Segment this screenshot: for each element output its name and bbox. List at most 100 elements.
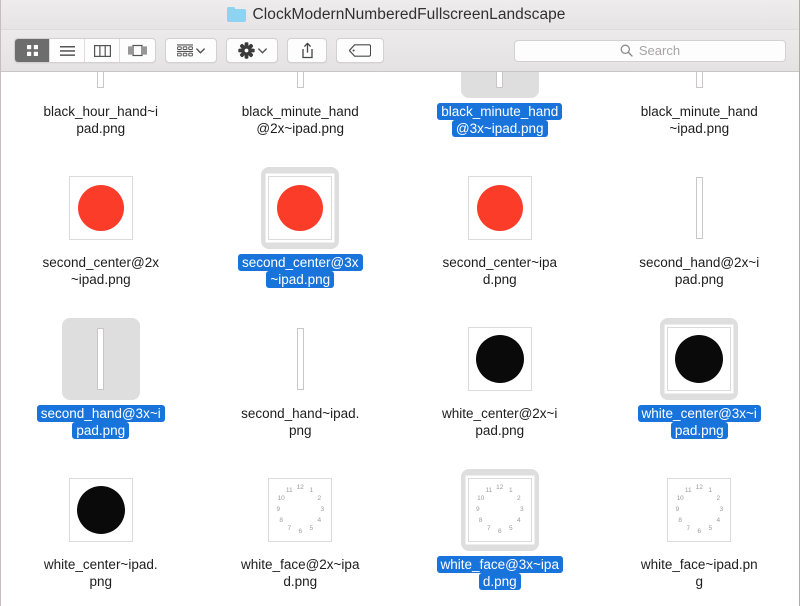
clock-numeral: 8	[678, 518, 682, 525]
file-name-label[interactable]: white_center@3x~ipad.png	[638, 405, 761, 439]
file-name-label[interactable]: second_center@3x~ipad.png	[238, 254, 363, 288]
gallery-view-button[interactable]	[120, 39, 155, 62]
file-icon[interactable]	[62, 167, 140, 249]
file-name-label[interactable]: black_minute_hand@2x~ipad.png	[238, 103, 363, 137]
file-thumbnail	[268, 327, 332, 391]
red-circle-graphic	[277, 185, 323, 231]
file-icon[interactable]	[261, 318, 339, 400]
file-name-label[interactable]: white_face~ipad.png	[637, 556, 762, 590]
file-item[interactable]: white_center@3x~ipad.png	[600, 312, 800, 463]
file-icon[interactable]	[660, 72, 738, 98]
file-name-line: white_face@3x~ipa	[437, 556, 563, 573]
file-icon[interactable]: 121234567891011	[261, 469, 339, 551]
file-name-label[interactable]: black_hour_hand~ipad.png	[40, 103, 162, 137]
view-mode-segmented-control[interactable]	[14, 38, 156, 63]
file-name-line: pad.png	[671, 271, 728, 288]
file-icon[interactable]	[461, 72, 539, 98]
file-name-label[interactable]: white_center~ipad.png	[40, 556, 162, 590]
file-name-label[interactable]: white_face@2x~ipad.png	[237, 556, 363, 590]
file-icon[interactable]	[660, 167, 738, 249]
file-name-line: black_hour_hand~i	[40, 103, 162, 120]
file-name-label[interactable]: second_hand@3x~ipad.png	[37, 405, 165, 439]
file-thumbnail	[667, 176, 731, 240]
file-icon[interactable]	[62, 318, 140, 400]
file-item[interactable]: 121234567891011white_face~ipad.png	[600, 463, 800, 605]
share-button[interactable]	[287, 38, 327, 63]
file-item[interactable]: black_minute_hand@2x~ipad.png	[201, 72, 401, 161]
clock-face-graphic: 121234567891011	[471, 481, 529, 539]
list-view-button[interactable]	[50, 39, 85, 62]
file-thumbnail: 121234567891011	[268, 478, 332, 542]
file-icon[interactable]	[660, 318, 738, 400]
file-name-label[interactable]: second_center@2x~ipad.png	[38, 254, 163, 288]
file-item[interactable]: second_hand~ipad.png	[201, 312, 401, 463]
file-item[interactable]: black_minute_hand@3x~ipad.png	[400, 72, 600, 161]
file-name-line: pad.png	[671, 422, 728, 439]
toolbar: Search	[1, 30, 799, 72]
file-item[interactable]: second_center@3x~ipad.png	[201, 161, 401, 312]
grid-icon	[26, 44, 39, 57]
file-name-line: second_center@2x	[38, 254, 163, 271]
tag-button[interactable]	[336, 38, 384, 63]
clock-numeral: 3	[520, 507, 524, 514]
file-thumbnail	[69, 478, 133, 542]
file-item[interactable]: black_minute_hand~ipad.png	[600, 72, 800, 161]
file-icon[interactable]	[461, 318, 539, 400]
file-icon[interactable]	[62, 469, 140, 551]
file-thumbnail	[69, 176, 133, 240]
file-thumbnail	[69, 72, 133, 89]
black-circle-graphic	[675, 335, 723, 383]
file-name-line: white_face@2x~ipa	[237, 556, 363, 573]
file-item[interactable]: second_center~ipad.png	[400, 161, 600, 312]
title-bar[interactable]: ClockModernNumberedFullscreenLandscape	[1, 0, 799, 30]
file-name-label[interactable]: black_minute_hand~ipad.png	[637, 103, 762, 137]
clock-numeral: 4	[317, 518, 321, 525]
file-item[interactable]: white_center@2x~ipad.png	[400, 312, 600, 463]
file-item[interactable]: 121234567891011 white_face@2x~ipad.png	[201, 463, 401, 605]
file-thumbnail: 121234567891011	[468, 478, 532, 542]
clock-hand-graphic	[297, 328, 304, 390]
file-grid-scroll-area[interactable]: black_hour_hand~ipad.pngblack_minute_han…	[1, 72, 799, 605]
clock-numeral: 5	[509, 526, 513, 533]
action-button[interactable]	[226, 38, 278, 63]
file-item[interactable]: second_hand@2x~ipad.png	[600, 161, 800, 312]
file-name-line: second_hand@3x~i	[37, 405, 165, 422]
file-name-label[interactable]: white_face@3x~ipad.png	[437, 556, 563, 590]
file-icon[interactable]: 121234567891011	[660, 469, 738, 551]
file-item[interactable]: 121234567891011white_face@3x~ipad.png	[400, 463, 600, 605]
file-item[interactable]: second_center@2x~ipad.png	[1, 161, 201, 312]
clock-numeral: 2	[716, 496, 720, 503]
file-item[interactable]: white_center~ipad.png	[1, 463, 201, 605]
file-item[interactable]: second_hand@3x~ipad.png	[1, 312, 201, 463]
icon-view-button[interactable]	[15, 39, 50, 62]
file-icon[interactable]	[261, 167, 339, 249]
column-view-button[interactable]	[85, 39, 120, 62]
file-name-line: pad.png	[471, 422, 528, 439]
file-name-line: pad.png	[72, 422, 129, 439]
clock-numeral: 4	[517, 518, 521, 525]
file-icon[interactable]	[62, 72, 140, 98]
file-item[interactable]: black_hour_hand~ipad.png	[1, 72, 201, 161]
file-icon[interactable]	[261, 72, 339, 98]
red-circle-graphic	[477, 185, 523, 231]
search-input[interactable]: Search	[514, 40, 786, 62]
clock-face-graphic: 121234567891011	[271, 481, 329, 539]
file-name-label[interactable]: second_center~ipad.png	[439, 254, 561, 288]
file-name-line: second_hand~ipad.	[237, 405, 363, 422]
file-name-label[interactable]: black_minute_hand@3x~ipad.png	[437, 103, 562, 137]
file-name-line: d.png	[279, 573, 321, 590]
title-proxy-icon-and-text[interactable]: ClockModernNumberedFullscreenLandscape	[227, 6, 566, 24]
file-name-label[interactable]: second_hand@2x~ipad.png	[635, 254, 763, 288]
file-icon[interactable]	[461, 167, 539, 249]
clock-numeral: 1	[708, 488, 712, 495]
clock-hand-graphic	[97, 328, 104, 390]
file-name-line: second_hand@2x~i	[635, 254, 763, 271]
clock-numeral: 10	[278, 496, 285, 503]
file-name-label[interactable]: second_hand~ipad.png	[237, 405, 363, 439]
file-icon[interactable]: 121234567891011	[461, 469, 539, 551]
clock-numeral: 12	[696, 485, 703, 492]
arrange-button[interactable]	[165, 38, 217, 63]
black-circle-graphic	[476, 335, 524, 383]
clock-numeral: 5	[708, 526, 712, 533]
file-name-label[interactable]: white_center@2x~ipad.png	[438, 405, 561, 439]
